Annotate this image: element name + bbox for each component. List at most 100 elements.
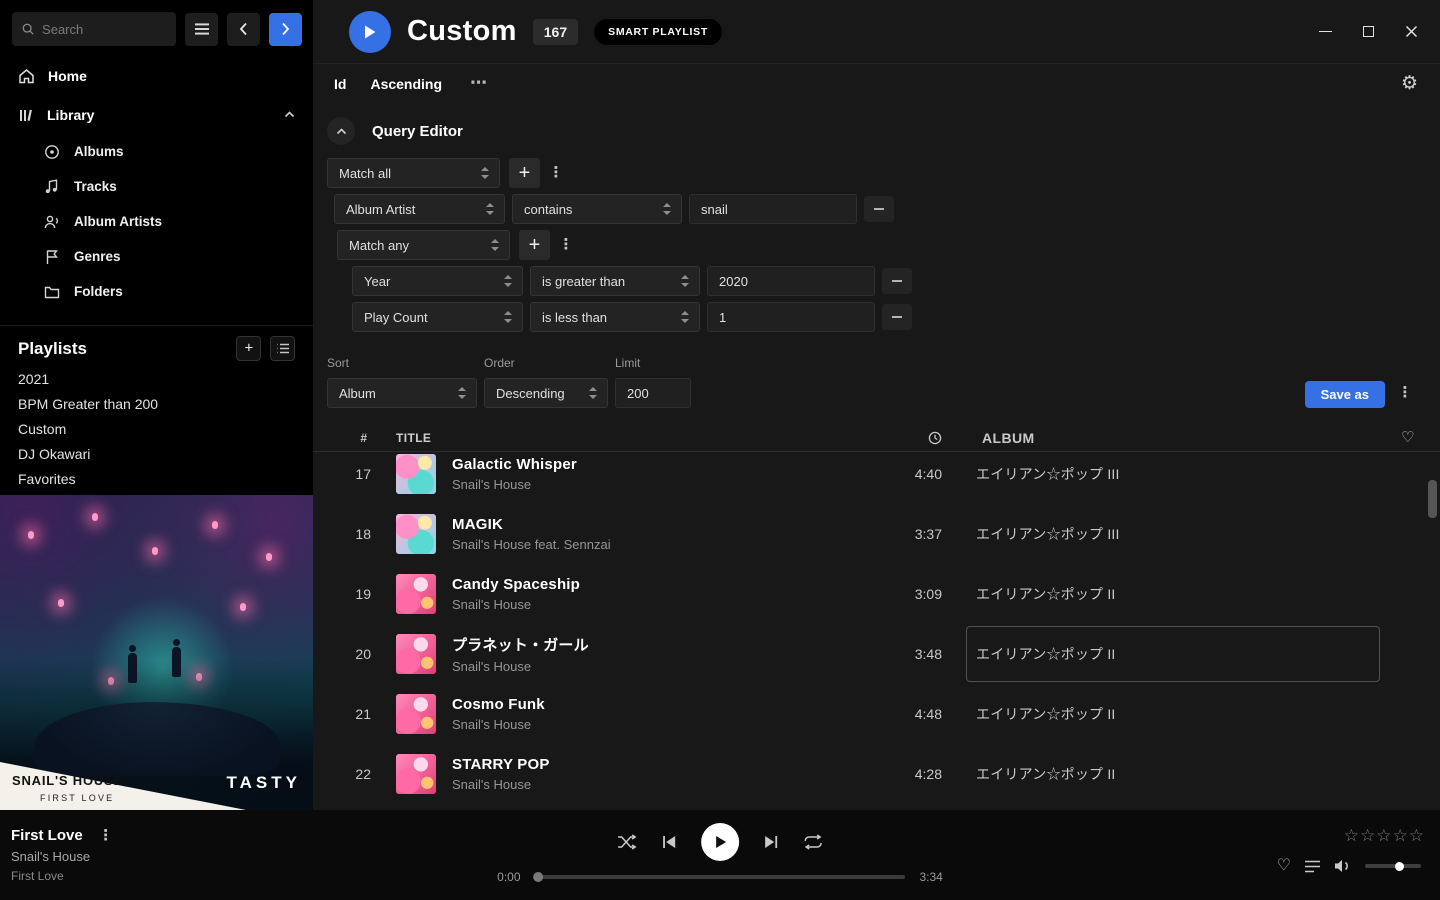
playlist-item[interactable]: DJ Okawari <box>0 442 313 467</box>
track-row[interactable]: 18 MAGIK Snail's House feat. Sennzai 3:3… <box>313 504 1440 564</box>
seek-handle[interactable] <box>534 872 544 882</box>
rule-value-input[interactable] <box>707 302 875 332</box>
next-track-button[interactable] <box>763 835 779 849</box>
sort-by-select[interactable]: Album <box>327 378 477 408</box>
queue-button[interactable] <box>1304 860 1321 873</box>
artist-icon <box>44 214 60 230</box>
track-title: STARRY POP <box>452 756 886 773</box>
volume-slider[interactable] <box>1365 864 1421 868</box>
rule-field-select[interactable]: Play Count <box>352 302 523 332</box>
vertical-scrollbar[interactable] <box>1428 480 1437 518</box>
select-value: Match all <box>339 166 473 181</box>
playlist-item[interactable]: 2021 <box>0 367 313 392</box>
rule-operator-select[interactable]: contains <box>512 194 682 224</box>
maximize-button[interactable] <box>1363 26 1374 37</box>
track-row[interactable]: 17 Galactic Whisper Snail's House 4:40 エ… <box>313 452 1440 504</box>
album-text: エイリアン☆ポップ III <box>976 466 1120 482</box>
search-input[interactable] <box>42 22 166 37</box>
progress-row: 0:00 3:34 <box>497 870 943 884</box>
column-header-album[interactable]: ALBUM <box>976 430 1396 446</box>
add-playlist-button[interactable] <box>236 336 261 361</box>
close-button[interactable] <box>1405 25 1418 38</box>
rating-star-5[interactable] <box>1409 828 1424 846</box>
rule-field-select[interactable]: Album Artist <box>334 194 505 224</box>
ellipsis-icon <box>470 75 487 93</box>
track-row[interactable]: 20 プラネット・ガール Snail's House 3:48 エイリアン☆ポッ… <box>313 624 1440 684</box>
sort-label: Sort <box>327 356 477 370</box>
rule-value-input[interactable] <box>689 194 857 224</box>
album-art-thumbnail <box>396 754 436 794</box>
sidebar-item-tracks[interactable]: Tracks <box>0 169 313 204</box>
favorite-button[interactable] <box>1277 857 1291 875</box>
sidebar-item-genres[interactable]: Genres <box>0 239 313 274</box>
hamburger-icon <box>195 28 209 30</box>
sort-field-button[interactable]: Id <box>334 76 346 92</box>
volume-handle[interactable] <box>1395 862 1404 871</box>
playlist-item[interactable]: Custom <box>0 417 313 442</box>
nav-back-button[interactable] <box>227 13 260 46</box>
column-header-title[interactable]: TITLE <box>390 431 886 445</box>
sort-direction-button[interactable]: Ascending <box>370 76 442 92</box>
playlist-item[interactable]: BPM Greater than 200 <box>0 392 313 417</box>
rule-operator-select[interactable]: is less than <box>530 302 700 332</box>
playlist-list-options-button[interactable] <box>270 336 295 361</box>
track-title: プラネット・ガール <box>452 634 886 655</box>
volume-button[interactable] <box>1334 859 1352 873</box>
track-row[interactable]: 19 Candy Spaceship Snail's House 3:09 エイ… <box>313 564 1440 624</box>
remove-rule-button[interactable] <box>882 268 912 294</box>
shuffle-button[interactable] <box>617 834 637 850</box>
column-header-duration[interactable] <box>886 431 976 445</box>
add-rule-button[interactable] <box>509 158 540 188</box>
settings-button[interactable] <box>1401 74 1418 94</box>
rating-star-1[interactable] <box>1344 828 1359 846</box>
group-options-button[interactable] <box>555 230 577 260</box>
chevron-up-icon <box>336 128 347 135</box>
sidebar-item-home[interactable]: Home <box>0 56 313 95</box>
minimize-button[interactable] <box>1319 31 1332 33</box>
artwork-artist-text: SNAIL'S HOUSE <box>12 773 123 788</box>
sidebar-item-album-artists[interactable]: Album Artists <box>0 204 313 239</box>
match-type-select[interactable]: Match all <box>327 158 500 188</box>
nav-forward-button[interactable] <box>269 13 302 46</box>
rating-star-2[interactable] <box>1360 828 1375 846</box>
thumb-cell <box>390 754 452 794</box>
title-cell: プラネット・ガール Snail's House <box>452 634 886 674</box>
previous-track-button[interactable] <box>661 835 677 849</box>
save-options-button[interactable] <box>1394 378 1416 408</box>
rating-star-3[interactable] <box>1376 828 1391 846</box>
track-options-button[interactable] <box>100 828 112 844</box>
add-rule-button[interactable] <box>519 230 550 260</box>
track-row[interactable]: 22 STARRY POP Snail's House 4:28 エイリアン☆ポ… <box>313 744 1440 804</box>
rating-star-4[interactable] <box>1393 828 1408 846</box>
column-header-number[interactable]: # <box>313 431 390 445</box>
remove-rule-button[interactable] <box>882 304 912 330</box>
seek-bar[interactable] <box>535 875 906 879</box>
plus-icon <box>529 235 541 256</box>
sidebar-item-folders[interactable]: Folders <box>0 274 313 309</box>
sidebar-item-library[interactable]: Library <box>0 95 313 134</box>
rule-field-select[interactable]: Year <box>352 266 523 296</box>
order-select[interactable]: Descending <box>484 378 608 408</box>
repeat-button[interactable] <box>803 834 823 850</box>
playback-controls: 0:00 3:34 <box>497 823 943 884</box>
column-header-favorite[interactable] <box>1396 430 1440 445</box>
search-box[interactable] <box>12 12 176 46</box>
title-cell: STARRY POP Snail's House <box>452 756 886 792</box>
playlist-item[interactable]: Favorites <box>0 467 313 492</box>
queue-icon <box>1304 860 1321 873</box>
save-as-button[interactable]: Save as <box>1305 381 1385 408</box>
play-playlist-button[interactable] <box>349 11 391 53</box>
rule-operator-select[interactable]: is greater than <box>530 266 700 296</box>
album-text-focused[interactable]: エイリアン☆ポップ II <box>966 626 1380 682</box>
track-row[interactable]: 21 Cosmo Funk Snail's House 4:48 エイリアン☆ポ… <box>313 684 1440 744</box>
menu-button[interactable] <box>185 13 218 46</box>
more-columns-button[interactable] <box>466 75 491 93</box>
limit-input[interactable] <box>615 378 691 408</box>
group-options-button[interactable] <box>545 158 567 188</box>
collapse-query-editor-button[interactable] <box>327 117 355 145</box>
sidebar-item-albums[interactable]: Albums <box>0 134 313 169</box>
rule-value-input[interactable] <box>707 266 875 296</box>
remove-rule-button[interactable] <box>864 196 894 222</box>
play-pause-button[interactable] <box>701 823 739 861</box>
match-type-select[interactable]: Match any <box>337 230 510 260</box>
